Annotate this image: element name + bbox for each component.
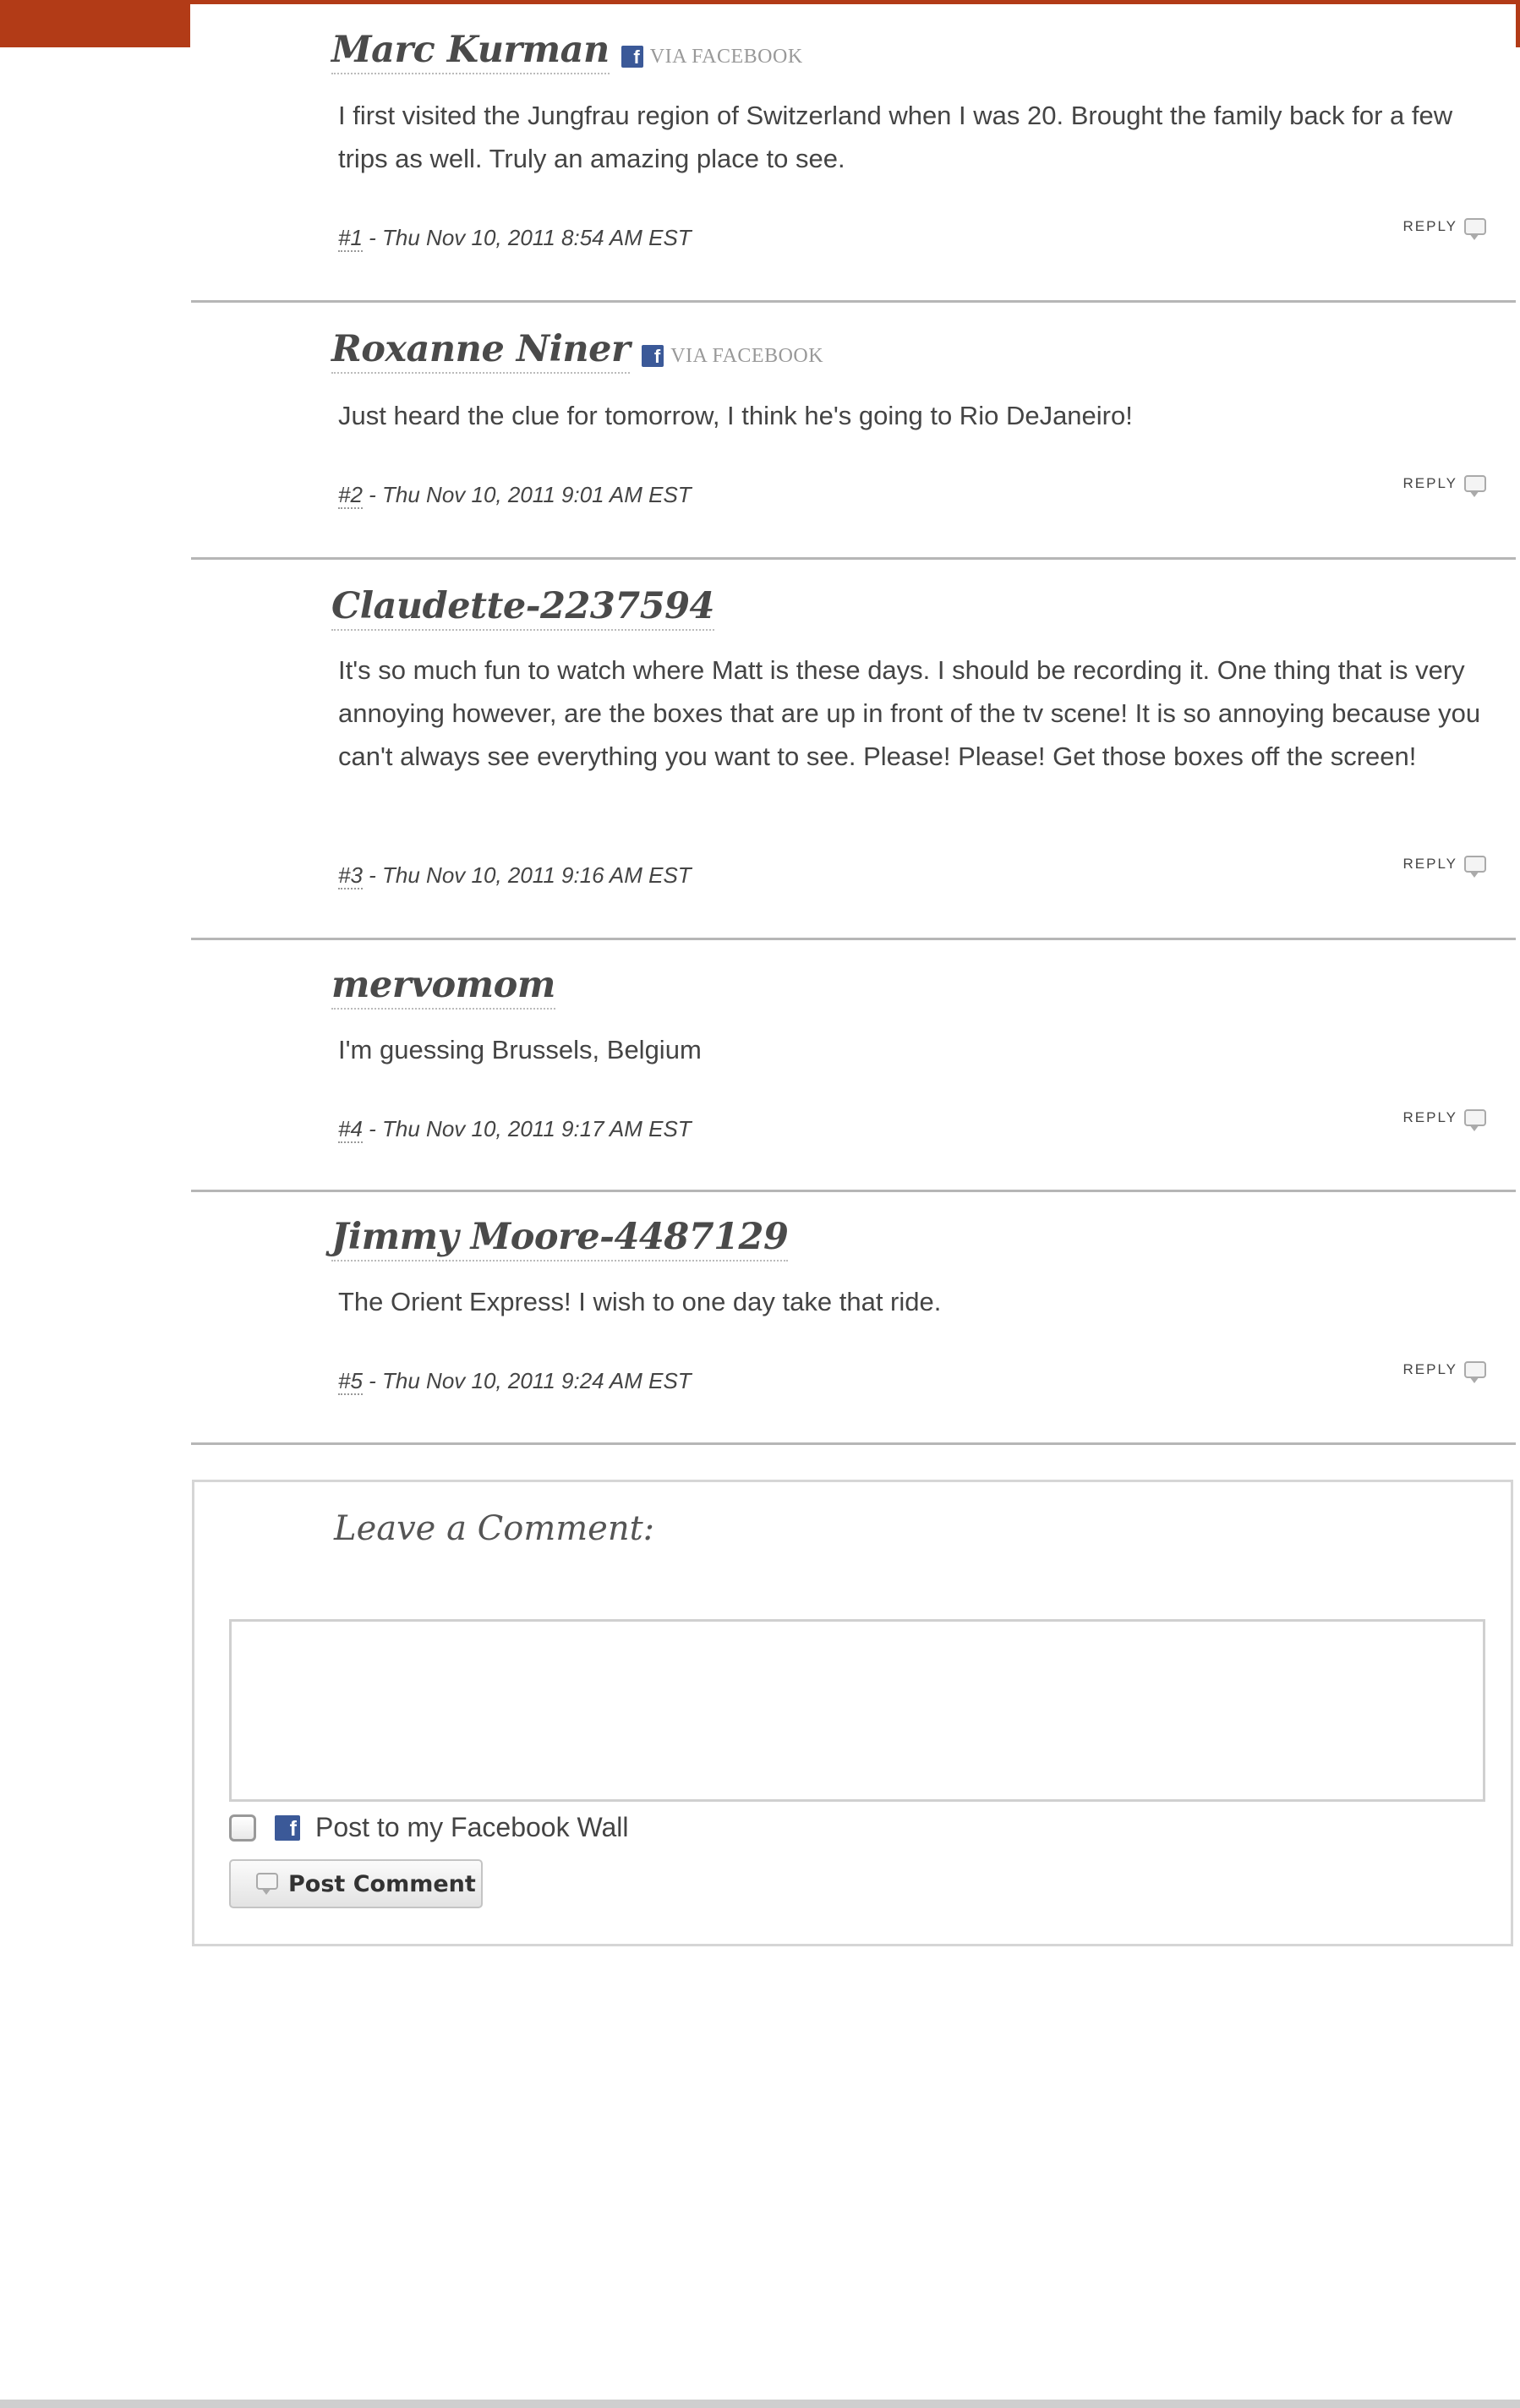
comment-author-link[interactable]: Claudette-2237594 [331,583,714,631]
post-comment-label: Post Comment [288,1870,476,1897]
comment-body: I first visited the Jungfrau region of S… [338,101,1453,173]
comment-permalink[interactable]: #3 [338,862,363,889]
via-facebook-label: VIA FACEBOOK [670,345,824,367]
comment-author-link[interactable]: Marc Kurman [331,27,610,74]
comment-body: Just heard the clue for tomorrow, I thin… [338,401,1133,430]
facebook-wall-option: f Post to my Facebook Wall [229,1812,629,1843]
comment-author-link[interactable]: Jimmy Moore-4487129 [331,1214,789,1261]
comment-meta: #3 - Thu Nov 10, 2011 9:16 AM EST [338,862,692,889]
comment: Marc Kurman f VIA FACEBOOK I first visit… [191,0,1516,303]
via-facebook-label: VIA FACEBOOK [649,46,803,68]
comment-textarea[interactable] [229,1619,1485,1802]
comment-header: Marc Kurman f VIA FACEBOOK [331,27,803,74]
facebook-wall-checkbox[interactable] [229,1814,256,1842]
comment-author-link[interactable]: Roxanne Niner [331,326,631,374]
comment-meta: #4 - Thu Nov 10, 2011 9:17 AM EST [338,1116,692,1143]
comment-timestamp: - Thu Nov 10, 2011 9:17 AM EST [362,1116,692,1141]
reply-label: Reply [1402,856,1457,872]
speech-bubble-icon [1464,1109,1486,1131]
bottom-divider-bar [0,2400,1520,2408]
comment-meta: #1 - Thu Nov 10, 2011 8:54 AM EST [338,225,692,252]
comment-body: It's so much fun to watch where Matt is … [338,655,1481,771]
reply-button[interactable]: Reply [1402,1361,1486,1383]
leave-comment-title: Leave a Comment: [334,1509,655,1548]
comment-timestamp: - Thu Nov 10, 2011 8:54 AM EST [362,225,692,250]
comment-meta: #2 - Thu Nov 10, 2011 9:01 AM EST [338,482,692,509]
comment-permalink[interactable]: #2 [338,482,363,509]
comment: Roxanne Niner f VIA FACEBOOK Just heard … [191,303,1516,560]
reply-label: Reply [1402,218,1457,234]
comment: mervomom I'm guessing Brussels, Belgium … [191,940,1516,1192]
comment-permalink[interactable]: #4 [338,1116,363,1143]
reply-button[interactable]: Reply [1402,856,1486,878]
speech-bubble-icon [1464,218,1486,240]
comment-header: Claudette-2237594 [331,583,714,631]
speech-bubble-icon [256,1873,278,1895]
comment-header: Jimmy Moore-4487129 [331,1214,789,1261]
comment-header: mervomom [331,962,555,1010]
reply-button[interactable]: Reply [1402,1109,1486,1131]
comment-timestamp: - Thu Nov 10, 2011 9:24 AM EST [362,1368,692,1393]
comment-timestamp: - Thu Nov 10, 2011 9:01 AM EST [362,482,692,507]
reply-button[interactable]: Reply [1402,475,1486,497]
reply-button[interactable]: Reply [1402,218,1486,240]
facebook-wall-label[interactable]: Post to my Facebook Wall [315,1812,629,1843]
top-accent-tab [0,0,190,47]
comment-body: I'm guessing Brussels, Belgium [338,1035,702,1064]
comment-permalink[interactable]: #1 [338,225,363,252]
leave-comment-panel: Leave a Comment: f Post to my Facebook W… [192,1480,1513,1946]
speech-bubble-icon [1464,475,1486,497]
reply-label: Reply [1402,475,1457,491]
comment-list: Marc Kurman f VIA FACEBOOK I first visit… [191,0,1516,1445]
comment: Jimmy Moore-4487129 The Orient Express! … [191,1192,1516,1445]
facebook-icon: f [621,46,643,68]
post-comment-button[interactable]: Post Comment [229,1859,483,1908]
reply-label: Reply [1402,1361,1457,1377]
comment-meta: #5 - Thu Nov 10, 2011 9:24 AM EST [338,1368,692,1395]
comment-header: Roxanne Niner f VIA FACEBOOK [331,326,823,374]
comment-permalink[interactable]: #5 [338,1368,363,1395]
speech-bubble-icon [1464,856,1486,878]
comment: Claudette-2237594 It's so much fun to wa… [191,560,1516,940]
comment-timestamp: - Thu Nov 10, 2011 9:16 AM EST [362,862,692,888]
comment-body: The Orient Express! I wish to one day ta… [338,1287,942,1316]
speech-bubble-icon [1464,1361,1486,1383]
facebook-icon: f [275,1814,300,1841]
comment-author-link[interactable]: mervomom [331,962,555,1010]
facebook-icon: f [642,345,664,367]
reply-label: Reply [1402,1109,1457,1125]
top-accent-right-edge [1516,0,1520,47]
